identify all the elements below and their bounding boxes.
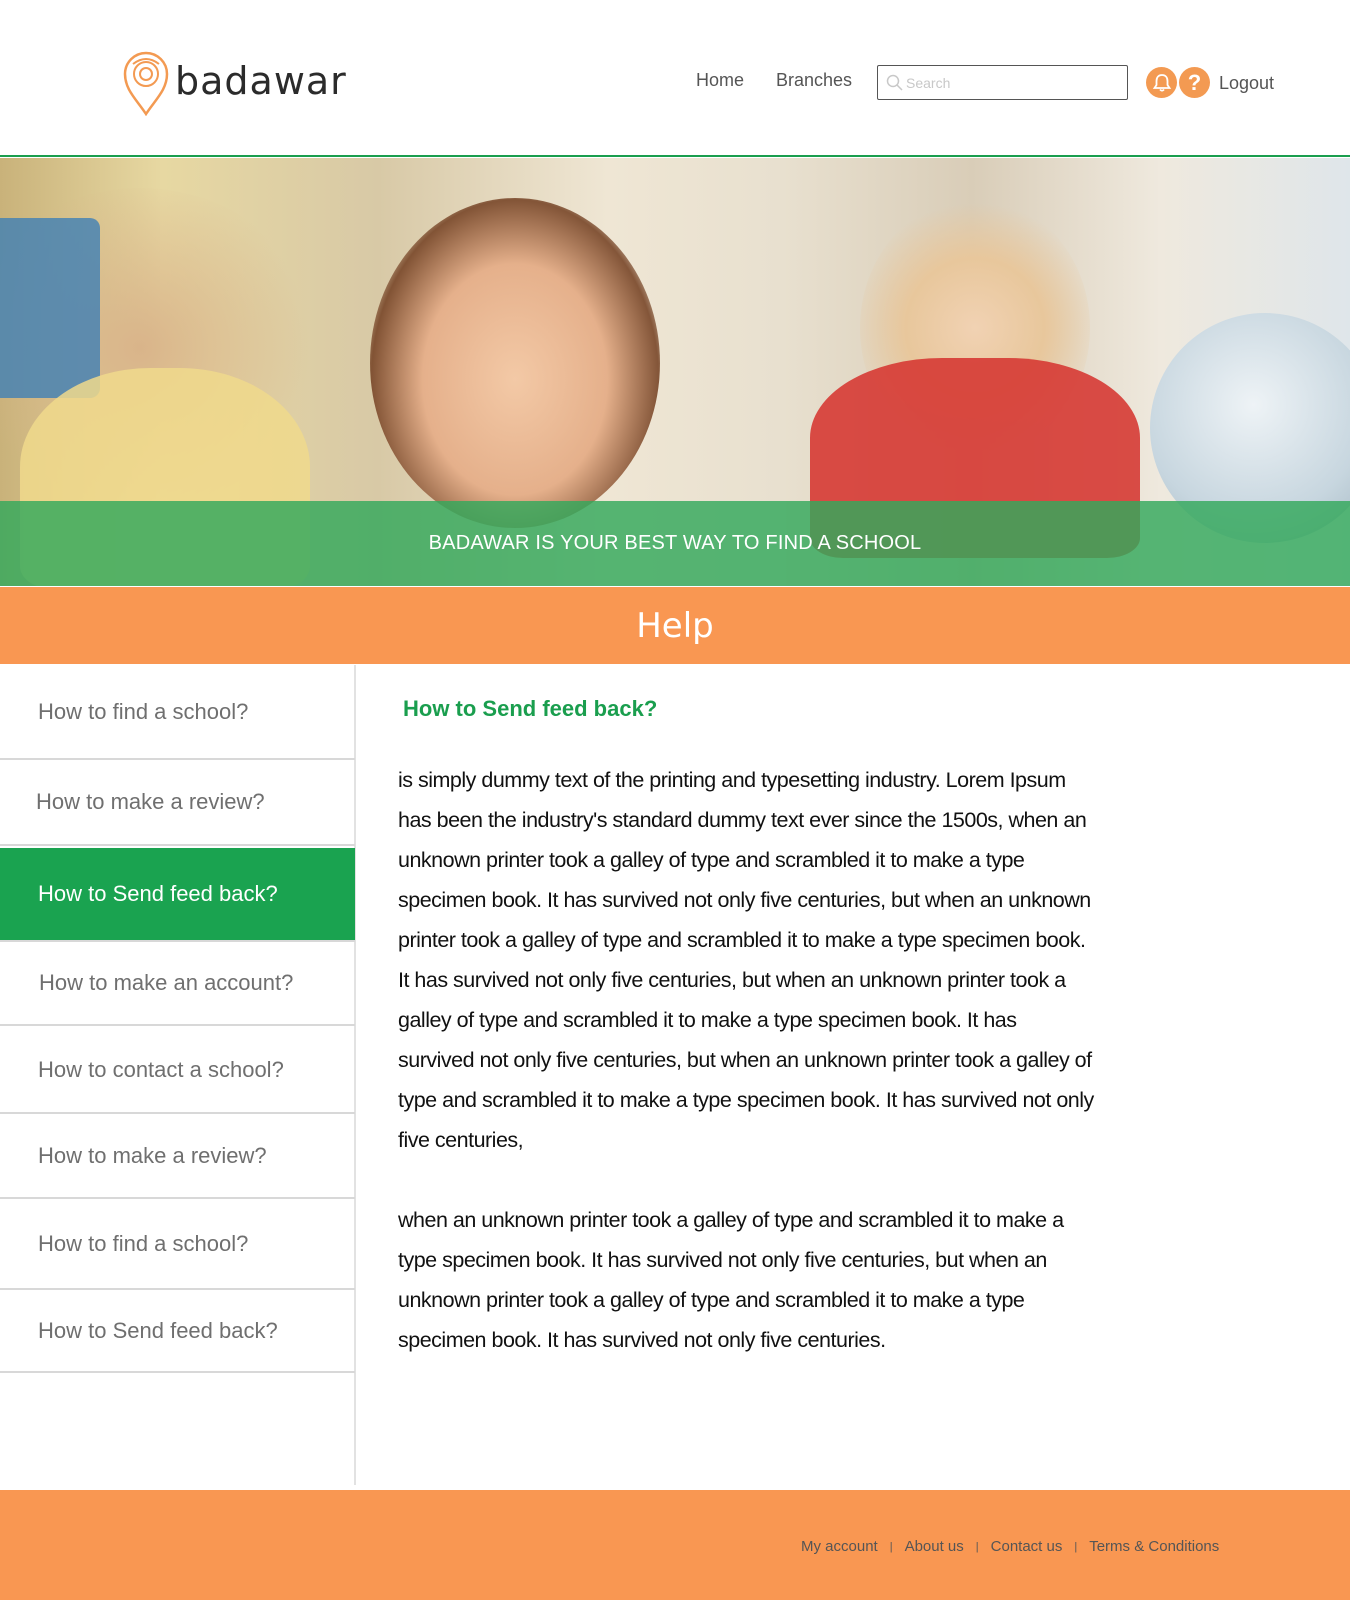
search-box[interactable] (877, 65, 1128, 100)
content-paragraph: when an unknown printer took a galley of… (398, 1208, 1064, 1352)
sidebar-item-send-feedback[interactable]: How to Send feed back? (0, 848, 355, 940)
sidebar-item-find-school-2[interactable]: How to find a school? (0, 1199, 355, 1290)
search-icon (886, 74, 903, 91)
footer-link-my-account[interactable]: My account (801, 1538, 878, 1555)
sidebar-item-label: How to contact a school? (38, 1057, 284, 1082)
brand-logo[interactable]: badawar (123, 50, 347, 116)
sidebar-item-label: How to Send feed back? (38, 881, 278, 906)
question-icon[interactable]: ? (1179, 67, 1210, 98)
content-body: is simply dummy text of the printing and… (398, 760, 1098, 1360)
sidebar-item-find-school[interactable]: How to find a school? (0, 665, 355, 760)
sidebar-item-label: How to make a review? (36, 789, 265, 814)
hero-caption: BADAWAR IS YOUR BEST WAY TO FIND A SCHOO… (428, 532, 922, 554)
sidebar-item-label: How to find a school? (38, 1230, 249, 1256)
nav-branches-link[interactable]: Branches (776, 70, 852, 91)
site-header: badawar Home Branches ? Logout (0, 0, 1350, 157)
hero-photo-girl-face (370, 198, 660, 528)
help-title-bar: Help (0, 587, 1350, 664)
footer-link-about-us[interactable]: About us (905, 1538, 964, 1555)
sidebar-item-make-account[interactable]: How to make an account? (0, 940, 355, 1026)
sidebar-item-label: How to find a school? (38, 698, 249, 724)
sidebar-item-make-review-2[interactable]: How to make a review? (0, 1114, 355, 1199)
hero-photo-bg-blue (0, 218, 100, 398)
page-title: Help (636, 605, 714, 646)
footer-separator: | (889, 1540, 893, 1553)
hero-banner: BADAWAR IS YOUR BEST WAY TO FIND A SCHOO… (0, 158, 1350, 586)
sidebar-item-contact-school[interactable]: How to contact a school? (0, 1028, 355, 1114)
sidebar-item-label: How to make a review? (38, 1142, 267, 1168)
sidebar-item-send-feedback-2[interactable]: How to Send feed back? (0, 1290, 355, 1373)
search-input[interactable] (906, 70, 1121, 96)
footer-separator: | (1074, 1540, 1078, 1553)
map-pin-icon (123, 51, 169, 116)
site-footer: My account | About us | Contact us | Ter… (0, 1490, 1350, 1600)
content-title: How to Send feed back? (403, 696, 658, 721)
sidebar-item-label: How to make an account? (39, 970, 294, 995)
help-sidebar: How to find a school? How to make a revi… (0, 665, 356, 1485)
sidebar-item-label: How to Send feed back? (38, 1317, 278, 1343)
brand-name: badawar (175, 59, 347, 103)
footer-link-terms[interactable]: Terms & Conditions (1089, 1538, 1219, 1555)
footer-separator: | (975, 1540, 979, 1553)
footer-links: My account | About us | Contact us | Ter… (801, 1538, 1219, 1555)
footer-link-contact-us[interactable]: Contact us (991, 1538, 1063, 1555)
hero-caption-band: BADAWAR IS YOUR BEST WAY TO FIND A SCHOO… (0, 501, 1350, 586)
content-paragraph: is simply dummy text of the printing and… (398, 768, 1094, 1152)
sidebar-item-make-review[interactable]: How to make a review? (0, 760, 355, 846)
bell-glyph-icon (1152, 73, 1171, 92)
logout-link[interactable]: Logout (1219, 73, 1274, 94)
bell-icon[interactable] (1146, 67, 1177, 98)
nav-home-link[interactable]: Home (696, 70, 744, 91)
